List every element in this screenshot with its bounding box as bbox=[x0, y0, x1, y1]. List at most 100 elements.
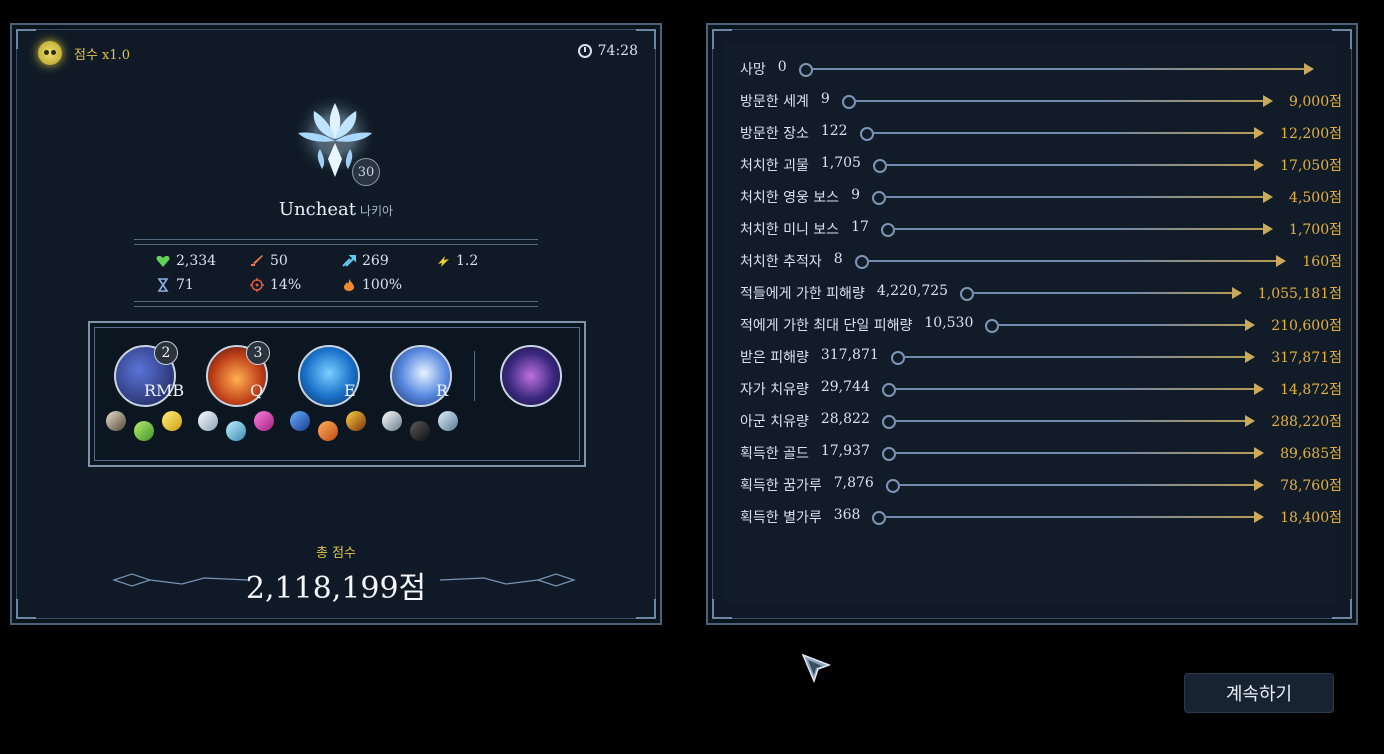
bar-start-icon bbox=[872, 511, 887, 525]
score-row: 사망 0 bbox=[740, 59, 1340, 79]
level-badge: 30 bbox=[352, 158, 380, 186]
speed-icon bbox=[342, 255, 356, 267]
progress-line bbox=[892, 228, 1266, 230]
bar-start-icon bbox=[871, 191, 886, 205]
score-row-value: 7,876 bbox=[833, 475, 874, 491]
hourglass-icon bbox=[157, 278, 169, 292]
arrow-end-icon bbox=[1254, 383, 1265, 395]
continue-button[interactable]: 계속하기 bbox=[1184, 673, 1334, 713]
score-row-label: 적들에게 가한 피해량 bbox=[740, 286, 865, 302]
stat-crit-multiplier: 1.2 bbox=[436, 253, 478, 269]
score-row-value: 122 bbox=[820, 123, 848, 139]
gem-icon[interactable] bbox=[318, 421, 338, 441]
score-row-label: 획득한 별가루 bbox=[740, 510, 822, 526]
score-row-label: 사망 bbox=[740, 62, 766, 78]
corner-ornament bbox=[636, 29, 656, 49]
score-multiplier-text: 점수 x1.0 bbox=[74, 47, 131, 63]
arrow-end-icon bbox=[1263, 95, 1274, 107]
gem-icon[interactable] bbox=[254, 411, 274, 431]
score-row-value: 9 bbox=[851, 187, 860, 203]
score-row-value: 9 bbox=[820, 91, 830, 107]
progress-line bbox=[866, 260, 1279, 262]
gem-icon[interactable] bbox=[438, 411, 458, 431]
arrow-end-icon bbox=[1263, 191, 1274, 203]
score-row-label: 처치한 추적자 bbox=[740, 254, 822, 270]
score-row-value: 1,705 bbox=[820, 155, 861, 171]
score-row-points: 17,050점 bbox=[1280, 158, 1342, 174]
gem-icon[interactable] bbox=[382, 411, 402, 431]
gem-icon[interactable] bbox=[198, 411, 218, 431]
skill-rmb-key: RMB bbox=[144, 381, 185, 400]
score-row-points: 18,400점 bbox=[1280, 510, 1342, 526]
stat-attack: 50 bbox=[250, 253, 288, 269]
score-row: 아군 치유량 28,822 288,220점 bbox=[740, 411, 1342, 431]
score-row: 획득한 골드 17,937 89,685점 bbox=[740, 443, 1342, 463]
score-row-points: 1,055,181점 bbox=[1257, 286, 1342, 302]
score-breakdown-panel: 사망 0 방문한 세계 9 9,000점 방문한 장소 122 12,200점 처치한 괴물 1,… bbox=[706, 23, 1358, 625]
score-row-points: 9,000점 bbox=[1289, 94, 1342, 110]
bar-start-icon bbox=[859, 127, 874, 141]
score-row-value: 10,530 bbox=[924, 315, 974, 331]
gem-icon[interactable] bbox=[290, 411, 310, 431]
arrow-end-icon bbox=[1245, 351, 1256, 363]
total-score-label: 총 점수 bbox=[315, 546, 356, 561]
score-row: 획득한 별가루 368 18,400점 bbox=[740, 507, 1342, 527]
stat-fire-value: 100% bbox=[362, 277, 403, 293]
bar-start-icon bbox=[798, 63, 813, 77]
heart-icon bbox=[156, 255, 170, 267]
crosshair-icon bbox=[250, 278, 264, 292]
flame-icon bbox=[344, 279, 354, 291]
stat-health: 2,334 bbox=[156, 253, 216, 269]
gem-icon[interactable] bbox=[162, 411, 182, 431]
progress-line bbox=[884, 164, 1257, 166]
arrow-end-icon bbox=[1254, 127, 1265, 139]
bar-start-icon bbox=[960, 287, 975, 301]
progress-line bbox=[871, 132, 1257, 134]
ornament-right-icon bbox=[439, 573, 576, 587]
score-row-points: 288,220점 bbox=[1271, 414, 1342, 430]
score-row-value: 8 bbox=[833, 251, 843, 267]
score-row-label: 적에게 가한 최대 단일 피해량 bbox=[740, 318, 913, 334]
score-summary-panel: 점수 x1.0 74:28 30 Uncheat 나키아 2,334 50 26… bbox=[10, 23, 662, 625]
progress-line bbox=[893, 452, 1257, 454]
gem-icon[interactable] bbox=[226, 421, 246, 441]
stat-crit-multiplier-value: 1.2 bbox=[456, 253, 479, 269]
bar-start-icon bbox=[881, 383, 896, 397]
player-name: Uncheat 나키아 bbox=[12, 199, 660, 220]
timer-text: 74:28 bbox=[597, 43, 638, 59]
stat-health-value: 2,334 bbox=[176, 253, 217, 269]
skill-r-key: R bbox=[436, 381, 449, 400]
stat-crit-chance-value: 14% bbox=[270, 277, 302, 293]
ultimate-skill-icon[interactable] bbox=[500, 345, 562, 407]
gem-icon[interactable] bbox=[106, 411, 126, 431]
skill-q-count: 3 bbox=[246, 341, 270, 365]
gem-icon[interactable] bbox=[346, 411, 366, 431]
score-row-label: 처치한 미니 보스 bbox=[740, 222, 840, 238]
bar-start-icon bbox=[881, 415, 896, 429]
arrow-end-icon bbox=[1245, 319, 1256, 331]
player-name-text: Uncheat bbox=[278, 199, 356, 220]
character-name: 나키아 bbox=[359, 204, 394, 218]
progress-line bbox=[853, 100, 1266, 102]
gem-icon[interactable] bbox=[134, 421, 154, 441]
stat-cooldown: 71 bbox=[156, 277, 194, 293]
progress-line bbox=[893, 420, 1248, 422]
score-row-label: 받은 피해량 bbox=[740, 350, 809, 366]
score-row-label: 방문한 세계 bbox=[740, 94, 809, 110]
score-row-label: 아군 치유량 bbox=[740, 414, 809, 430]
score-row: 처치한 괴물 1,705 17,050점 bbox=[740, 155, 1342, 175]
score-row-points: 210,600점 bbox=[1271, 318, 1342, 334]
score-row: 방문한 장소 122 12,200점 bbox=[740, 123, 1342, 143]
score-row: 처치한 미니 보스 17 1,700점 bbox=[740, 219, 1342, 239]
score-row: 획득한 꿈가루 7,876 78,760점 bbox=[740, 475, 1342, 495]
progress-line bbox=[884, 516, 1257, 518]
score-row-value: 4,220,725 bbox=[876, 283, 949, 299]
bar-start-icon bbox=[881, 447, 896, 461]
score-row-points: 4,500점 bbox=[1289, 190, 1342, 206]
score-row-value: 17 bbox=[851, 219, 869, 235]
gem-icon[interactable] bbox=[410, 421, 430, 441]
arrow-end-icon bbox=[1276, 255, 1287, 267]
arrow-end-icon bbox=[1254, 479, 1265, 491]
bar-start-icon bbox=[885, 479, 900, 493]
score-row-points: 78,760점 bbox=[1280, 478, 1342, 494]
